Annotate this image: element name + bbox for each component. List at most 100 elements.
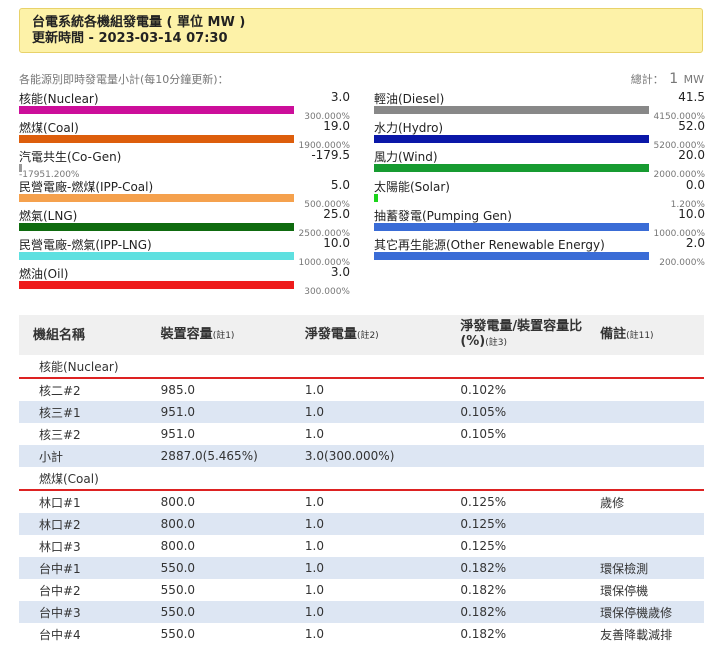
group-name: 燃煤(Coal) xyxy=(19,467,704,491)
table-cell: 林口#1 xyxy=(39,495,81,510)
energy-source-bar xyxy=(19,106,294,114)
table-cell: 0.105% xyxy=(460,427,507,441)
table-cell: 1.0 xyxy=(290,401,447,423)
table-cell: 0.102% xyxy=(460,383,507,397)
table-row: 台中#1 550.0 1.0 0.182% 環保檢測 xyxy=(19,557,704,579)
unit-generation-table: 機組名稱 裝置容量(註1) 淨發電量(註2) 淨發電量/裝置容量比(%)(註3) 備註(… xyxy=(19,315,704,645)
column-header: 機組名稱 xyxy=(19,315,147,355)
energy-source-item: 燃煤(Coal) 19.0 1900.000% xyxy=(19,119,350,151)
energy-source-item: 太陽能(Solar) 0.0 1.200% xyxy=(374,177,705,210)
table-cell xyxy=(586,401,704,423)
energy-source-value: 3.0 xyxy=(330,90,350,104)
table-cell: 1.0 xyxy=(290,557,447,579)
energy-source-name: 民營電廠-燃氣(IPP-LNG) xyxy=(19,238,152,252)
energy-source-bar xyxy=(374,193,378,202)
table-cell: 800.0 xyxy=(146,513,291,535)
table-row: 台中#2 550.0 1.0 0.182% 環保停機 xyxy=(19,579,704,601)
table-cell: 800.0 xyxy=(160,539,196,553)
total-label: 總計： xyxy=(630,73,664,86)
energy-source-value: -179.5 xyxy=(311,148,350,163)
table-cell: 1.0 xyxy=(304,383,325,397)
table-cell: 985.0 xyxy=(160,383,196,397)
energy-source-bar xyxy=(19,252,294,260)
table-cell: 1.0 xyxy=(304,627,325,641)
energy-source-item: 抽蓄發電(Pumping Gen) 10.0 1000.000% xyxy=(374,207,705,239)
total-value: 1 xyxy=(669,71,679,87)
group-name: 核能(Nuclear) xyxy=(19,355,704,379)
table-cell: 歲修 xyxy=(600,495,625,510)
table-cell: 台中#1 xyxy=(19,557,147,579)
energy-source-value: 41.5 xyxy=(678,90,705,104)
energy-source-value: 52.0 xyxy=(678,119,705,134)
energy-source-value: 20.0 xyxy=(678,148,705,163)
energy-source-item: 風力(Wind) 20.0 2000.000% xyxy=(374,148,705,180)
table-cell: 951.0 xyxy=(160,427,196,441)
table-row: 台中#4 550.0 1.0 0.182% 友善降載減排 xyxy=(19,623,704,645)
table-body: 核能(Nuclear) 核二#2 985.0 1.0 0.102% 核三#1 951.0 1.… xyxy=(19,355,704,645)
column-header: 裝置容量(註1) xyxy=(146,315,291,355)
table-cell: 800.0 xyxy=(160,495,196,509)
table-row: 林口#3 800.0 1.0 0.125% xyxy=(19,535,704,557)
energy-source-name: 燃氣(LNG) xyxy=(19,208,78,223)
energy-source-percent: 300.000% xyxy=(304,287,350,298)
energy-source-bar xyxy=(374,222,649,231)
energy-source-value: 0.0 xyxy=(685,177,705,192)
table-cell: 0.125% xyxy=(460,539,507,553)
table-cell: 550.0 xyxy=(146,601,291,623)
energy-source-bar xyxy=(19,222,294,231)
table-cell: 環保檢測 xyxy=(586,557,704,579)
table-cell: 2887.0(5.465%) xyxy=(146,445,291,467)
table-group-row: 燃煤(Coal) xyxy=(19,467,704,491)
energy-source-item: 民營電廠-燃煤(IPP-Coal) 5.0 500.000% xyxy=(19,177,350,210)
total-unit: MW xyxy=(683,73,704,86)
energy-source-name: 民營電廠-燃煤(IPP-Coal) xyxy=(19,179,154,194)
table-cell: 3.0(300.000%) xyxy=(290,445,447,467)
page-title: 台電系統各機組發電量 ( 單位 MW ) xyxy=(32,15,246,30)
table-cell: 0.182% xyxy=(446,557,587,579)
table-cell: 友善降載減排 xyxy=(600,627,673,642)
table-cell: 1.0 xyxy=(304,583,325,597)
table-cell xyxy=(586,513,704,535)
energy-source-bar xyxy=(19,281,294,290)
table-cell: 1.0 xyxy=(304,539,325,553)
energy-source-value: 5.0 xyxy=(330,177,350,192)
table-cell xyxy=(446,445,587,467)
energy-source-value: 19.0 xyxy=(323,119,350,134)
table-cell: 台中#4 xyxy=(39,627,81,642)
table-cell xyxy=(586,378,704,401)
table-cell: 1.0 xyxy=(290,601,447,623)
table-cell: 0.182% xyxy=(460,627,507,641)
energy-source-item: 汽電共生(Co-Gen) -179.5 -17951.200% xyxy=(19,148,350,180)
energy-source-name: 核能(Nuclear) xyxy=(19,92,99,106)
table-row: 林口#1 800.0 1.0 0.125% 歲修 xyxy=(19,490,704,513)
title-banner: 台電系統各機組發電量 ( 單位 MW ) 更新時間 - 2023-03-14 0… xyxy=(19,8,703,53)
table-cell: 550.0 xyxy=(146,557,291,579)
energy-source-item: 民營電廠-燃氣(IPP-LNG) 10.0 1000.000% xyxy=(19,236,350,268)
table-cell: 0.125% xyxy=(446,513,587,535)
table-cell: 550.0 xyxy=(160,583,196,597)
table-cell: 林口#3 xyxy=(39,539,81,554)
table-cell: 核三#1 xyxy=(19,401,147,423)
energy-source-name: 太陽能(Solar) xyxy=(374,179,450,194)
energy-source-name: 其它再生能源(Other Renewable Energy) xyxy=(374,238,605,252)
energy-source-bar xyxy=(374,135,649,144)
table-cell: 550.0 xyxy=(160,627,196,641)
energy-source-item: 燃油(Oil) 3.0 300.000% xyxy=(19,265,350,298)
table-cell: 951.0 xyxy=(146,401,291,423)
energy-source-name: 抽蓄發電(Pumping Gen) xyxy=(374,208,512,223)
table-cell: 1.0 xyxy=(290,513,447,535)
table-row: 核三#1 951.0 1.0 0.105% xyxy=(19,401,704,423)
table-cell xyxy=(586,445,704,467)
table-cell: 0.105% xyxy=(446,401,587,423)
energy-source-item: 輕油(Diesel) 41.5 4150.000% xyxy=(374,90,705,122)
energy-source-bar xyxy=(19,193,294,202)
column-header: 淨發電量/裝置容量比(%)(註3) xyxy=(446,315,587,355)
energy-source-name: 輕油(Diesel) xyxy=(374,92,445,106)
table-cell: 林口#2 xyxy=(19,513,147,535)
table-cell: 核二#2 xyxy=(39,383,81,398)
table-cell: 台中#2 xyxy=(39,583,81,598)
table-cell: 環保停機歲修 xyxy=(586,601,704,623)
summary-hint: 各能源別即時發電量小計(每10分鐘更新)： xyxy=(19,73,229,86)
table-cell: 台中#3 xyxy=(19,601,147,623)
table-cell: 0.125% xyxy=(460,495,507,509)
